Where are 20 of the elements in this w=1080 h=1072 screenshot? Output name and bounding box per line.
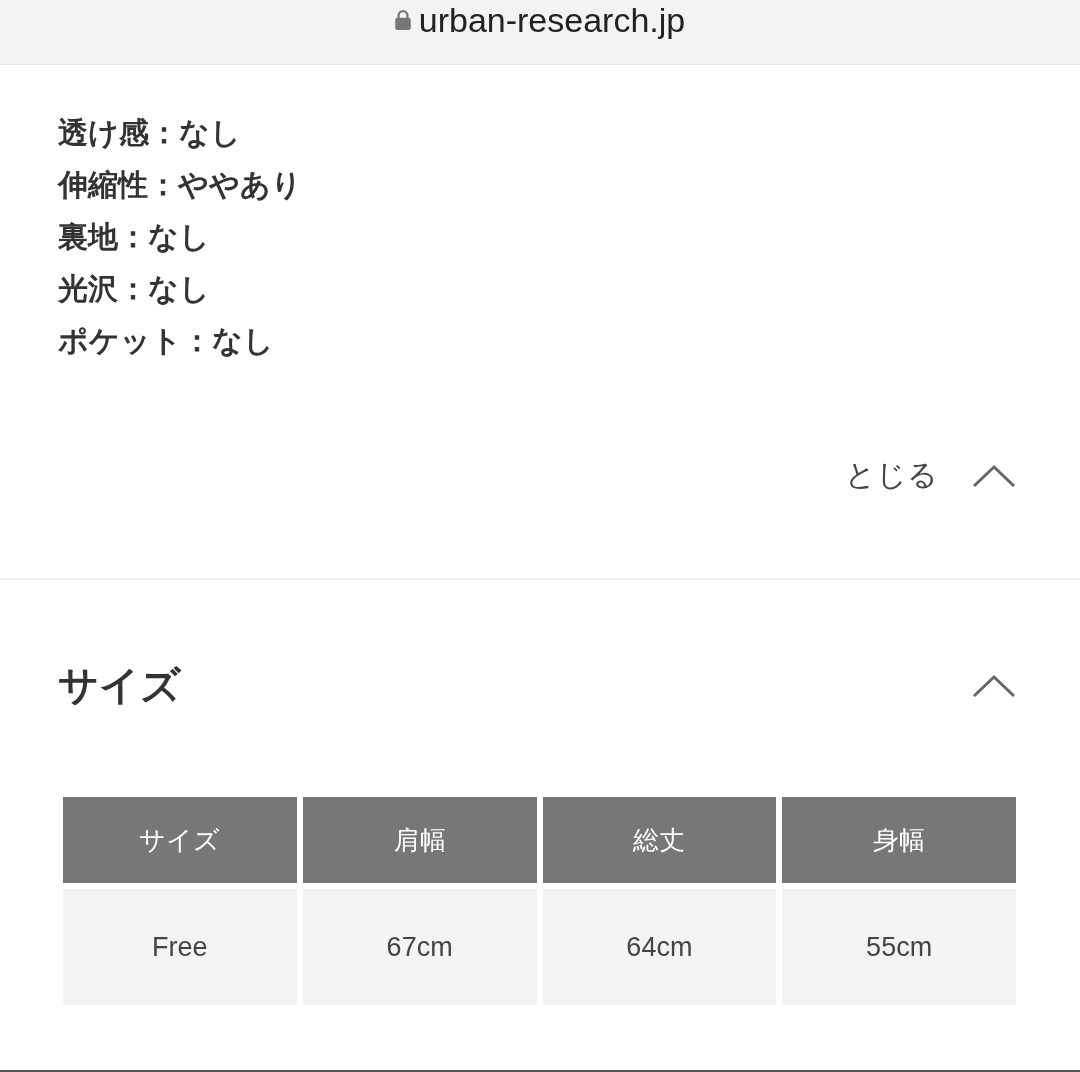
header-cell: 総丈: [542, 797, 777, 883]
header-cell: サイズ: [63, 797, 297, 883]
table-cell: 55cm: [782, 889, 1016, 1005]
spec-line: 伸縮性：ややあり: [58, 166, 302, 204]
table-cell: 67cm: [302, 889, 537, 1005]
chevron-icon: [972, 463, 1016, 488]
lock-icon: [394, 10, 411, 30]
url-text: urban-research.jp: [418, 0, 686, 40]
section-title: サイズ: [58, 661, 181, 710]
spec-line: 裏地：なし: [58, 218, 210, 256]
header-cell: 身幅: [782, 797, 1016, 883]
address-bar[interactable]: urban-research.jp: [0, 0, 1080, 65]
table-cell: Free: [63, 889, 297, 1005]
table-cell: 64cm: [542, 889, 777, 1005]
spec-line: ポケット：なし: [58, 322, 274, 360]
spec-line: 光沢：なし: [58, 270, 210, 308]
chevron-icon[interactable]: [972, 673, 1016, 698]
close-toggle[interactable]: とじる: [845, 455, 1016, 496]
spec-line: 透け感：なし: [58, 114, 241, 152]
header-cell: 肩幅: [302, 797, 537, 883]
